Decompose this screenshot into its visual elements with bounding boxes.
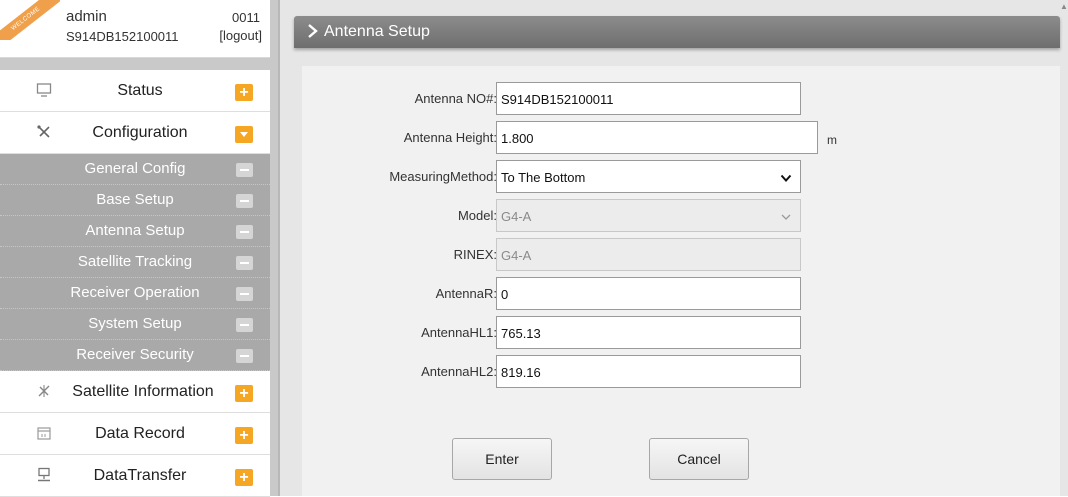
menu-label-data-record: Data Record bbox=[95, 425, 185, 442]
chevron-down-icon bbox=[780, 210, 792, 220]
collapse-icon[interactable] bbox=[235, 126, 253, 143]
submenu-label: Receiver Security bbox=[76, 346, 194, 363]
model-label: Model: bbox=[457, 208, 497, 223]
antenna-setup-form: Antenna NO#: S914DB152100011 Antenna Hei… bbox=[302, 66, 1060, 496]
measuring-method-label: MeasuringMethod: bbox=[389, 169, 497, 184]
minus-icon bbox=[236, 349, 253, 363]
antenna-r-label: AntennaR: bbox=[435, 286, 497, 301]
submenu-item-antenna-setup[interactable]: Antenna Setup bbox=[0, 216, 270, 247]
menu-label-status: Status bbox=[117, 82, 163, 99]
configuration-submenu: General Config Base Setup Antenna Setup … bbox=[0, 154, 270, 371]
device-code: 0011 bbox=[232, 10, 260, 25]
rinex-label: RINEX: bbox=[453, 247, 497, 262]
model-row: Model: G4-A bbox=[302, 199, 1060, 233]
scroll-up-arrow-icon[interactable]: ▲ bbox=[1060, 2, 1068, 12]
menu-label-datatransfer: DataTransfer bbox=[93, 467, 187, 484]
welcome-ribbon-text: WELCOME bbox=[0, 0, 60, 40]
sidebar: WELCOME admin S914DB152100011 0011 [logo… bbox=[0, 0, 270, 497]
menu-item-status[interactable]: Status + bbox=[0, 70, 270, 112]
expand-icon[interactable]: + bbox=[235, 84, 253, 101]
monitor-icon bbox=[34, 82, 54, 100]
minus-icon bbox=[236, 318, 253, 332]
antenna-hl2-row: AntennaHL2: 819.16 bbox=[302, 355, 1060, 389]
submenu-item-base-setup[interactable]: Base Setup bbox=[0, 185, 270, 216]
submenu-label: Base Setup bbox=[96, 191, 174, 208]
submenu-item-general-config[interactable]: General Config bbox=[0, 154, 270, 185]
menu-item-data-record[interactable]: Data Record + bbox=[0, 413, 270, 455]
submenu-item-satellite-tracking[interactable]: Satellite Tracking bbox=[0, 247, 270, 278]
submenu-label: General Config bbox=[84, 160, 186, 177]
minus-icon bbox=[236, 225, 253, 239]
menu-label-satellite-information: Satellite Information bbox=[72, 383, 214, 400]
antenna-hl2-field[interactable]: 819.16 bbox=[496, 355, 801, 388]
antenna-hl2-label: AntennaHL2: bbox=[421, 364, 497, 379]
menu-item-satellite-information[interactable]: Satellite Information + bbox=[0, 371, 270, 413]
device-serial: S914DB152100011 bbox=[66, 29, 179, 44]
logout-link[interactable]: [logout] bbox=[219, 28, 262, 43]
main-menu: Status + Configuration General Config Ba… bbox=[0, 70, 270, 497]
expand-icon[interactable]: + bbox=[235, 469, 253, 486]
satellite-icon bbox=[34, 383, 54, 401]
menu-item-configuration[interactable]: Configuration bbox=[0, 112, 270, 154]
submenu-item-receiver-security[interactable]: Receiver Security bbox=[0, 340, 270, 371]
rinex-row: RINEX: G4-A bbox=[302, 238, 1060, 272]
minus-icon bbox=[236, 163, 253, 177]
antenna-height-label: Antenna Height: bbox=[403, 130, 497, 145]
antenna-no-row: Antenna NO#: S914DB152100011 bbox=[302, 82, 1060, 116]
antenna-hl1-row: AntennaHL1: 765.13 bbox=[302, 316, 1060, 350]
antenna-hl1-label: AntennaHL1: bbox=[421, 325, 497, 340]
submenu-item-system-setup[interactable]: System Setup bbox=[0, 309, 270, 340]
expand-icon[interactable]: + bbox=[235, 385, 253, 402]
submenu-label: Receiver Operation bbox=[70, 284, 200, 301]
user-panel: WELCOME admin S914DB152100011 0011 [logo… bbox=[0, 0, 270, 58]
menu-label-configuration: Configuration bbox=[92, 124, 188, 141]
antenna-hl1-field[interactable]: 765.13 bbox=[496, 316, 801, 349]
main-content: Antenna Setup Antenna NO#: S914DB1521000… bbox=[280, 0, 1068, 496]
measuring-method-value: To The Bottom bbox=[501, 170, 586, 185]
chevron-down-icon bbox=[780, 171, 792, 182]
page-title: Antenna Setup bbox=[324, 23, 430, 40]
expand-icon[interactable]: + bbox=[235, 427, 253, 444]
submenu-label: Satellite Tracking bbox=[77, 253, 193, 270]
antenna-r-row: AntennaR: 0 bbox=[302, 277, 1060, 311]
antenna-no-field[interactable]: S914DB152100011 bbox=[496, 82, 801, 115]
submenu-label: System Setup bbox=[88, 315, 182, 332]
rinex-field: G4-A bbox=[496, 238, 801, 271]
menu-item-datatransfer[interactable]: DataTransfer + bbox=[0, 455, 270, 497]
measuring-method-select[interactable]: To The Bottom bbox=[496, 160, 801, 193]
measuring-method-row: MeasuringMethod: To The Bottom bbox=[302, 160, 1060, 194]
calendar-icon bbox=[34, 425, 54, 443]
model-select: G4-A bbox=[496, 199, 801, 232]
page-header: Antenna Setup bbox=[294, 16, 1060, 48]
antenna-height-field[interactable]: 1.800 bbox=[496, 121, 818, 154]
enter-button[interactable]: Enter bbox=[452, 438, 552, 480]
cancel-button[interactable]: Cancel bbox=[649, 438, 749, 480]
antenna-height-unit: m bbox=[827, 133, 837, 147]
nav-separator bbox=[0, 58, 270, 70]
minus-icon bbox=[236, 194, 253, 208]
submenu-label: Antenna Setup bbox=[85, 222, 185, 239]
submenu-item-receiver-operation[interactable]: Receiver Operation bbox=[0, 278, 270, 309]
model-value: G4-A bbox=[501, 209, 532, 224]
network-icon bbox=[34, 467, 54, 485]
antenna-height-row: Antenna Height: 1.800 m bbox=[302, 121, 1060, 155]
tools-icon bbox=[34, 124, 54, 142]
welcome-ribbon: WELCOME bbox=[0, 0, 60, 40]
user-name: admin bbox=[66, 8, 107, 25]
antenna-r-field[interactable]: 0 bbox=[496, 277, 801, 310]
antenna-no-label: Antenna NO#: bbox=[414, 91, 497, 106]
chevron-right-icon bbox=[306, 22, 320, 40]
minus-icon bbox=[236, 287, 253, 301]
minus-icon bbox=[236, 256, 253, 270]
